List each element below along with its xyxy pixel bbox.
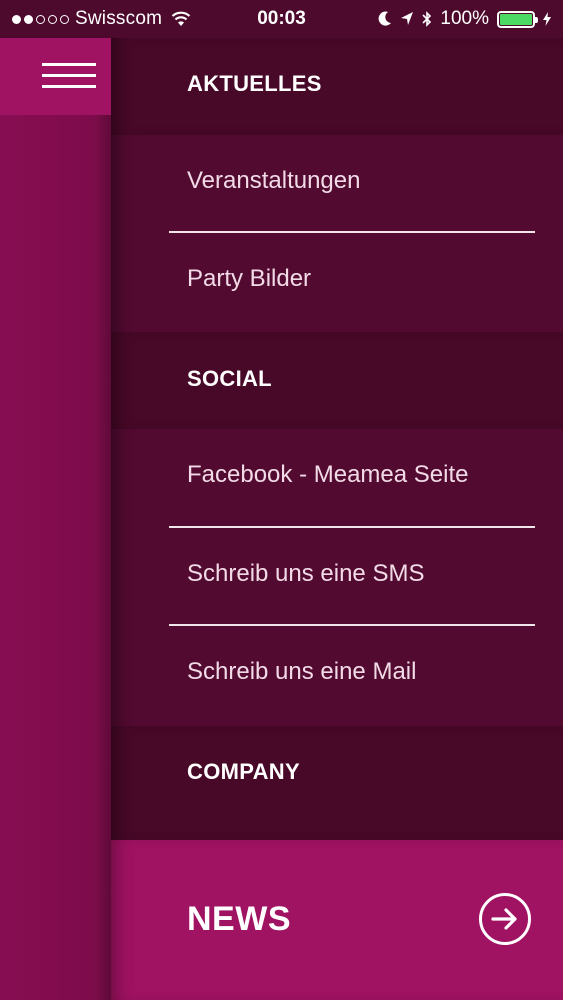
status-right: 100% [378,8,551,30]
battery-percentage: 100% [440,8,489,29]
menu-item-facebook[interactable]: Facebook - Meamea Seite [187,461,468,489]
section-header-aktuelles: AKTUELLES [111,38,563,135]
arrow-right-circle-icon[interactable] [479,893,531,945]
divider [169,231,535,233]
section-header-company: COMPANY [111,726,563,840]
charging-bolt-icon [543,12,551,26]
section-title: SOCIAL [187,366,272,391]
menu-item-mail[interactable]: Schreib uns eine Mail [187,658,416,686]
bluetooth-icon [422,11,432,27]
divider [169,624,535,626]
battery-icon [497,10,538,28]
news-label: NEWS [187,900,291,938]
main-content-edge [0,38,111,1000]
side-drawer: AKTUELLES Veranstaltungen Party Bilder S… [111,38,563,840]
menu-item-sms[interactable]: Schreib uns eine SMS [187,560,424,588]
section-title: AKTUELLES [187,71,322,96]
menu-item-veranstaltungen[interactable]: Veranstaltungen [187,167,360,195]
section-title: COMPANY [187,759,300,784]
location-arrow-icon [401,12,414,25]
section-header-social: SOCIAL [111,332,563,429]
hamburger-icon [42,63,96,96]
status-bar: Swisscom 00:03 100% [0,0,563,38]
moon-icon [378,11,392,26]
news-bar[interactable]: NEWS [111,840,563,1000]
divider [169,526,535,528]
menu-item-party-bilder[interactable]: Party Bilder [187,265,311,293]
hamburger-menu-button[interactable] [0,38,111,115]
